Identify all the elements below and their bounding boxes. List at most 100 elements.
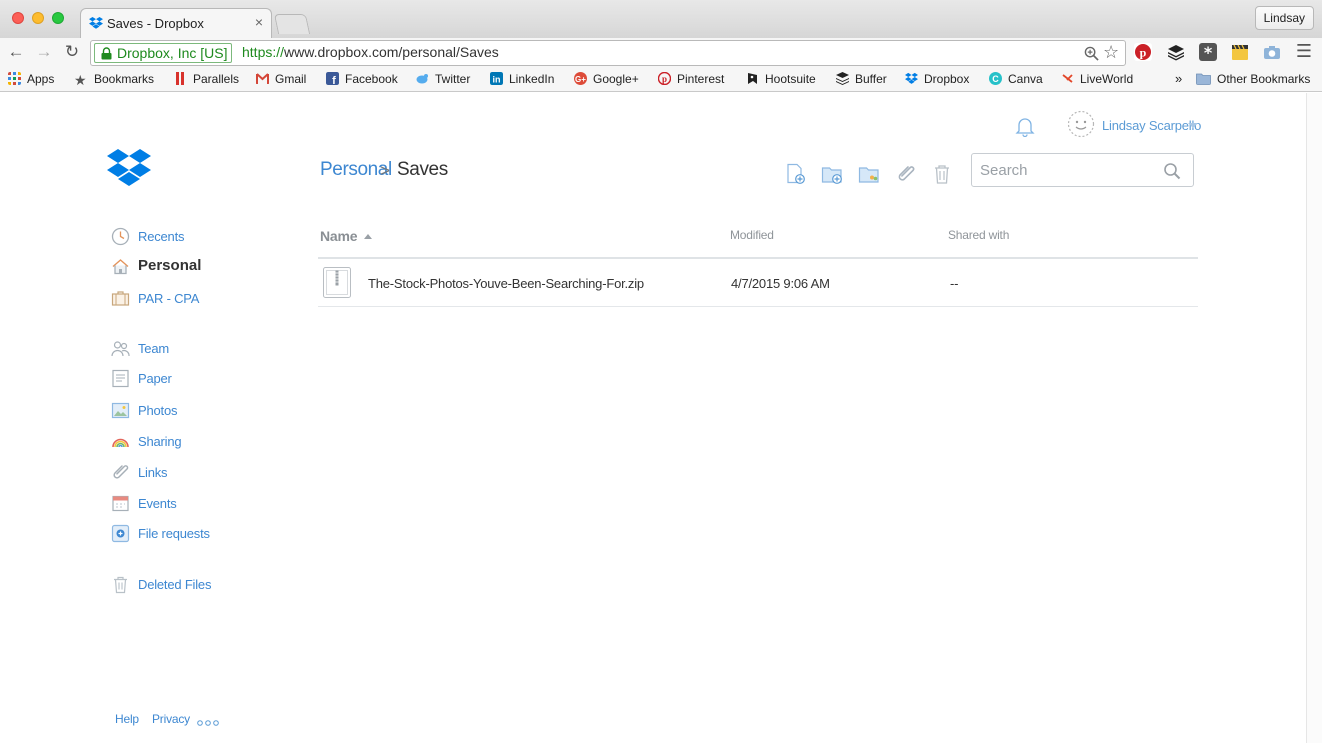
page-scrollbar[interactable] bbox=[1306, 93, 1322, 743]
share-link-icon[interactable] bbox=[895, 163, 917, 185]
sidebar-item-label: Events bbox=[138, 496, 177, 511]
window-maximize-button[interactable] bbox=[52, 12, 64, 24]
file-modified: 4/7/2015 9:06 AM bbox=[731, 276, 830, 291]
trash-icon bbox=[114, 576, 127, 594]
ev-certificate-badge[interactable]: Dropbox, Inc [US] bbox=[94, 43, 232, 63]
paperclip-link-icon bbox=[113, 465, 129, 479]
svg-text:in: in bbox=[493, 75, 501, 85]
new-tab-button[interactable] bbox=[273, 14, 311, 34]
bookmark-canva[interactable]: C Canva bbox=[989, 72, 1043, 86]
bookmark-buffer[interactable]: Buffer bbox=[836, 72, 887, 86]
new-folder-icon[interactable] bbox=[821, 163, 843, 185]
dropbox-page: Lindsay Scarpello Personal > Saves Searc… bbox=[0, 93, 1306, 743]
sidebar-item-label: Paper bbox=[138, 371, 172, 386]
bookmark-facebook[interactable]: f Facebook bbox=[326, 72, 398, 86]
clapper-extension-icon[interactable] bbox=[1231, 43, 1249, 61]
bookmark-parallels[interactable]: Parallels bbox=[174, 72, 239, 86]
bookmark-twitter[interactable]: Twitter bbox=[416, 72, 470, 86]
lock-icon bbox=[101, 47, 112, 60]
breadcrumb-chevron-icon: > bbox=[380, 161, 390, 180]
bookmark-label: Bookmarks bbox=[94, 72, 155, 86]
rainbow-icon bbox=[112, 438, 129, 448]
browser-titlebar: Saves - Dropbox × Lindsay bbox=[0, 0, 1322, 38]
sidebar-item-label: Deleted Files bbox=[138, 577, 212, 592]
bookmarks-overflow-chevron[interactable]: » bbox=[1175, 71, 1182, 86]
briefcase-icon bbox=[111, 291, 130, 306]
bookmark-dropbox[interactable]: Dropbox bbox=[905, 72, 969, 86]
table-row[interactable]: The-Stock-Photos-Youve-Been-Searching-Fo… bbox=[318, 259, 1198, 307]
sidebar-item-label: Links bbox=[138, 465, 168, 480]
window-close-button[interactable] bbox=[12, 12, 24, 24]
bookmark-label: LiveWorld bbox=[1080, 72, 1134, 86]
dropbox-icon bbox=[905, 72, 918, 84]
browser-tab-active[interactable]: Saves - Dropbox × bbox=[80, 8, 272, 38]
buffer-extension-icon[interactable] bbox=[1167, 43, 1185, 61]
user-menu-caret-icon[interactable] bbox=[1188, 123, 1198, 128]
camera-extension-icon[interactable] bbox=[1263, 43, 1281, 61]
bookmark-label: Facebook bbox=[345, 72, 398, 86]
back-arrow-icon[interactable]: ← bbox=[6, 42, 26, 62]
folder-icon bbox=[1196, 73, 1211, 85]
reload-icon[interactable]: ↻ bbox=[62, 42, 82, 62]
footer-help-link[interactable]: Help bbox=[115, 712, 139, 726]
bookmark-label: Dropbox bbox=[924, 72, 970, 86]
footer-privacy-link[interactable]: Privacy bbox=[152, 712, 190, 726]
dropbox-favicon-icon bbox=[89, 16, 103, 29]
bookmark-linkedin[interactable]: in LinkedIn bbox=[490, 72, 554, 86]
forward-arrow-icon[interactable]: → bbox=[34, 42, 54, 62]
liveworld-icon bbox=[1062, 74, 1073, 83]
new-file-icon[interactable] bbox=[785, 163, 807, 185]
pinterest-extension-icon[interactable]: p bbox=[1134, 43, 1152, 61]
bookmark-label: Parallels bbox=[193, 72, 240, 86]
column-header-name[interactable]: Name bbox=[320, 228, 358, 244]
bookmark-other-bookmarks[interactable]: Other Bookmarks bbox=[1196, 72, 1310, 86]
svg-text:p: p bbox=[1140, 46, 1147, 60]
search-input[interactable] bbox=[980, 160, 1160, 180]
sidebar-item-label: Team bbox=[138, 341, 169, 356]
apps-grid-icon bbox=[8, 72, 21, 85]
tab-close-icon[interactable]: × bbox=[255, 14, 263, 30]
more-options-icon[interactable] bbox=[197, 720, 219, 726]
url-path: www.dropbox.com/personal/Saves bbox=[284, 44, 499, 60]
bookmarks-bar: Apps ★ Bookmarks Parallels Gmail f Faceboo… bbox=[0, 68, 1322, 92]
bookmark-label: Canva bbox=[1008, 72, 1043, 86]
column-header-shared-with[interactable]: Shared with bbox=[948, 228, 1009, 242]
bookmark-google-plus[interactable]: G+ Google+ bbox=[574, 72, 639, 86]
parallels-icon bbox=[176, 72, 184, 85]
sort-ascending-icon[interactable] bbox=[364, 234, 372, 239]
star-bookmark-icon[interactable]: ☆ bbox=[1103, 42, 1119, 63]
bookmark-hootsuite[interactable]: Hootsuite bbox=[746, 72, 816, 86]
new-shared-folder-icon[interactable] bbox=[858, 163, 880, 185]
profile-button[interactable]: Lindsay bbox=[1254, 6, 1314, 30]
pinterest-icon: p bbox=[658, 72, 671, 85]
user-avatar-icon[interactable] bbox=[1067, 110, 1095, 138]
url-text[interactable]: https://www.dropbox.com/personal/Saves bbox=[242, 44, 499, 60]
search-box bbox=[971, 153, 1194, 187]
bookmark-bookmarks[interactable]: ★ Bookmarks bbox=[74, 72, 154, 87]
bookmark-gmail[interactable]: Gmail bbox=[256, 72, 306, 86]
svg-text:*: * bbox=[1204, 43, 1213, 61]
dropbox-logo-icon[interactable] bbox=[107, 149, 151, 187]
bookmark-liveworld[interactable]: LiveWorld bbox=[1061, 72, 1133, 86]
chrome-menu-icon[interactable]: ☰ bbox=[1294, 41, 1314, 62]
search-icon[interactable] bbox=[1163, 162, 1181, 180]
trash-icon[interactable] bbox=[931, 163, 953, 185]
tab-title: Saves - Dropbox bbox=[107, 16, 204, 31]
clock-icon bbox=[111, 227, 130, 246]
address-bar[interactable]: Dropbox, Inc [US] https://www.dropbox.co… bbox=[90, 40, 1126, 66]
bookmark-pinterest[interactable]: p Pinterest bbox=[658, 72, 724, 86]
window-minimize-button[interactable] bbox=[32, 12, 44, 24]
linkedin-icon: in bbox=[490, 72, 503, 85]
bookmark-label: Hootsuite bbox=[765, 72, 816, 86]
user-name-menu[interactable]: Lindsay Scarpello bbox=[1102, 118, 1201, 133]
zoom-icon[interactable] bbox=[1084, 46, 1099, 61]
page-title: Saves bbox=[397, 159, 448, 180]
bookmark-apps[interactable]: Apps bbox=[8, 72, 54, 86]
ev-certificate-label: Dropbox, Inc [US] bbox=[117, 45, 228, 61]
notifications-bell-icon[interactable] bbox=[1015, 115, 1035, 137]
file-name[interactable]: The-Stock-Photos-Youve-Been-Searching-Fo… bbox=[368, 276, 644, 291]
column-header-modified[interactable]: Modified bbox=[730, 228, 774, 242]
bookmark-label: Gmail bbox=[275, 72, 307, 86]
asterisk-extension-icon[interactable]: * bbox=[1199, 43, 1217, 62]
canva-icon: C bbox=[989, 72, 1002, 85]
